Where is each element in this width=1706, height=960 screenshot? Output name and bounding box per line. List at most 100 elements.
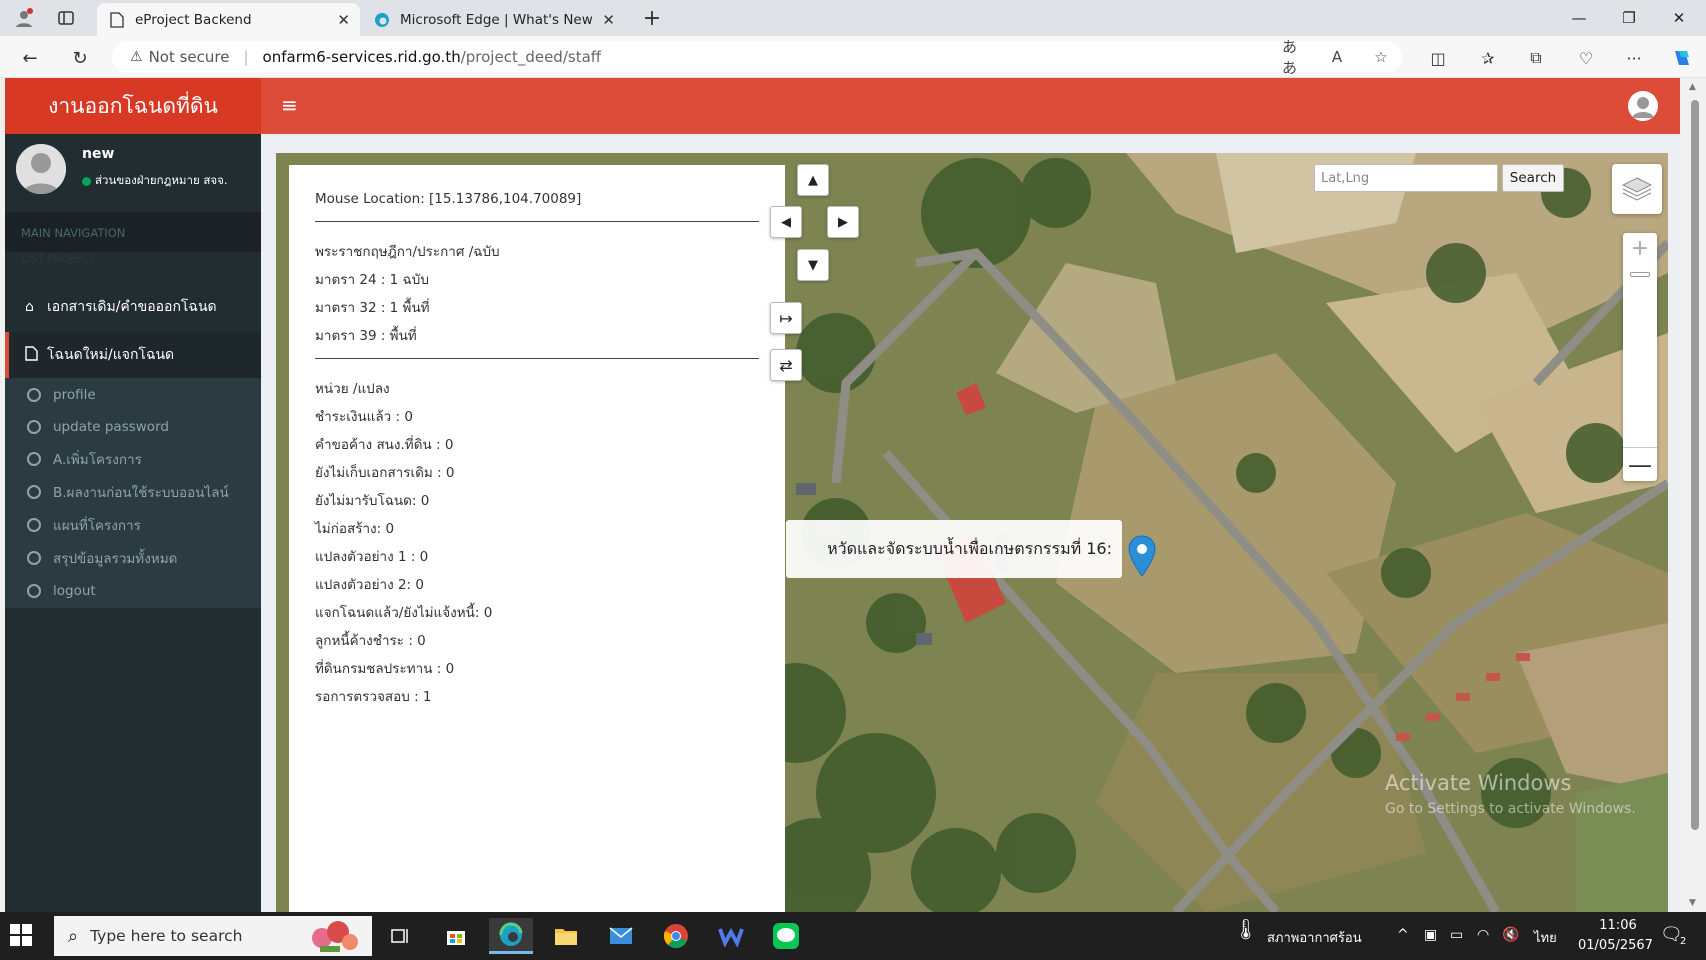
swap-icon[interactable]: ⇄	[770, 349, 802, 381]
sidebar: new ส่วนของฝ่ายกฎหมาย สจจ. MAIN NAVIGATI…	[5, 134, 261, 912]
project-label-popup[interactable]: หวัดและจัดระบบน้ำเพื่อเกษตรกรรมที่ 16:	[786, 520, 1122, 578]
browser-essentials-icon[interactable]: ♡	[1574, 46, 1598, 70]
refresh-icon[interactable]: ↻	[66, 44, 94, 72]
more-menu-icon[interactable]: ···	[1622, 46, 1646, 70]
stat-sample-1: แปลงตัวอย่าง 1 : 0	[315, 549, 429, 565]
map-marker-icon[interactable]	[1128, 535, 1156, 577]
mouse-location: Mouse Location: [15.13786,104.70089]	[315, 191, 582, 207]
user-avatar-icon[interactable]	[1628, 91, 1658, 121]
sub-item-offline-results[interactable]: B.ผลงานก่อนใช้ระบบออนไลน์	[5, 477, 261, 507]
user-name: new	[82, 146, 115, 162]
tab-edge-whats-new[interactable]: Microsoft Edge | What's New ✕	[362, 3, 625, 36]
circle-icon	[27, 551, 41, 565]
wifi-icon[interactable]: ◠	[1477, 927, 1489, 943]
scroll-down-icon[interactable]: ▼	[1689, 898, 1696, 908]
zoom-out-icon[interactable]: —	[1623, 447, 1657, 481]
page-scrollbar[interactable]: ▲ ▼	[1683, 78, 1706, 912]
clock-time[interactable]: 11:06	[1590, 918, 1646, 933]
sidebar-item-new-deeds[interactable]: โฉนดใหม่/แจกโฉนด	[5, 332, 261, 378]
minimize-icon[interactable]: —	[1556, 4, 1602, 32]
section-24-count: มาตรา 24 : 1 ฉบับ	[315, 272, 429, 288]
layers-icon[interactable]	[1612, 164, 1662, 214]
pan-right-icon[interactable]: ▶	[827, 206, 859, 238]
divider	[315, 358, 759, 359]
translate-icon[interactable]: ああ	[1282, 38, 1304, 77]
circle-icon	[27, 518, 41, 532]
new-tab-icon[interactable]: +	[640, 6, 664, 31]
home-icon: ⌂	[25, 299, 34, 315]
profile-icon[interactable]	[12, 6, 36, 30]
sub-item-profile[interactable]: profile	[5, 380, 261, 410]
notification-count: 2	[1680, 936, 1687, 947]
chevron-up-icon[interactable]: ^	[1397, 927, 1409, 943]
url-path: /project_deed/staff	[460, 48, 602, 66]
stat-distributed: แจกโฉนดแล้ว/ยังไม่แจ้งหนี้: 0	[315, 605, 493, 621]
read-aloud-icon[interactable]: A	[1326, 46, 1348, 68]
favorite-star-icon[interactable]: ☆	[1370, 46, 1392, 68]
sub-item-project-map[interactable]: แผนที่โครงการ	[5, 510, 261, 540]
pan-up-icon[interactable]: ▲	[797, 164, 829, 196]
tab-actions-icon[interactable]	[54, 6, 78, 30]
close-tab-icon[interactable]: ✕	[337, 11, 350, 29]
pan-down-icon[interactable]: ▼	[797, 249, 829, 281]
stat-not-received: ยังไม่มารับโฉนด: 0	[315, 493, 430, 509]
restore-icon[interactable]: ❐	[1606, 4, 1652, 32]
tray-app-icon[interactable]: ▣	[1424, 927, 1437, 943]
sub-item-add-project[interactable]: A.เพิ่มโครงการ	[5, 444, 261, 474]
store-icon[interactable]	[434, 918, 478, 954]
menu-ghost-label: LIST PROJECT	[21, 252, 96, 265]
line-icon[interactable]	[764, 918, 808, 954]
circle-icon	[27, 485, 41, 499]
input-language[interactable]: ไทย	[1534, 927, 1557, 948]
favorites-icon[interactable]: ✰	[1476, 46, 1500, 70]
app-brand[interactable]: งานออกโฉนดที่ดิน	[5, 78, 261, 134]
search-button[interactable]: Search	[1502, 164, 1564, 192]
close-window-icon[interactable]: ✕	[1656, 4, 1702, 32]
scrollbar-thumb[interactable]	[1691, 100, 1699, 830]
map-view[interactable]: Mouse Location: [15.13786,104.70089] พระ…	[276, 153, 1668, 912]
thermometer-icon[interactable]: 🌡	[1233, 917, 1258, 941]
circle-icon	[27, 452, 41, 466]
latlng-search-input[interactable]: Lat,Lng	[1314, 164, 1498, 192]
split-screen-icon[interactable]: ◫	[1426, 46, 1450, 70]
close-tab-icon[interactable]: ✕	[602, 11, 615, 29]
sidebar-item-label: เอกสารเดิม/คำขอออกโฉนด	[47, 299, 217, 315]
sidebar-item-original-documents[interactable]: ⌂ เอกสารเดิม/คำขอออกโฉนด	[5, 284, 261, 330]
file-explorer-icon[interactable]	[544, 918, 588, 954]
mail-icon[interactable]	[599, 918, 643, 954]
user-status: ส่วนของฝ่ายกฎหมาย สจจ.	[82, 172, 228, 190]
url-field[interactable]: ⚠ Not secure | onfarm6-services.rid.go.t…	[112, 38, 1402, 77]
pan-left-icon[interactable]: ◀	[770, 206, 802, 238]
weather-text[interactable]: สภาพอากาศร้อน	[1267, 927, 1362, 948]
stat-not-built: ไม่ก่อสร้าง: 0	[315, 521, 395, 537]
teams-icon[interactable]	[709, 918, 753, 954]
task-view-icon[interactable]	[378, 918, 422, 954]
windows-start-icon[interactable]	[10, 924, 32, 946]
search-icon: ⌕	[68, 925, 79, 947]
tab-title: eProject Backend	[135, 11, 252, 28]
back-icon[interactable]: ←	[16, 44, 44, 72]
zoom-control: + —	[1623, 233, 1657, 481]
clock-date[interactable]: 01/05/2567	[1578, 938, 1653, 953]
taskbar-search-input[interactable]: ⌕ Type here to search	[54, 916, 372, 956]
user-panel: new ส่วนของฝ่ายกฎหมาย สจจ.	[5, 134, 261, 206]
measure-distance-icon[interactable]: ↦	[770, 302, 802, 334]
battery-icon[interactable]: ▭	[1450, 927, 1463, 943]
chrome-icon[interactable]	[654, 918, 698, 954]
security-label[interactable]: Not secure	[149, 48, 230, 66]
edge-taskbar-icon[interactable]	[489, 918, 533, 954]
hamburger-menu-icon[interactable]: ≡	[281, 94, 303, 116]
stat-debtors: ลูกหนี้ค้างชำระ : 0	[315, 633, 426, 649]
tab-eproject[interactable]: eProject Backend ✕	[97, 3, 360, 36]
circle-icon	[27, 388, 41, 402]
zoom-slider-handle[interactable]	[1630, 272, 1650, 277]
stat-sample-2: แปลงตัวอย่าง 2: 0	[315, 577, 424, 593]
sub-item-update-password[interactable]: update password	[5, 412, 261, 442]
mute-speaker-icon[interactable]: 🔇	[1502, 927, 1519, 943]
sub-item-logout[interactable]: logout	[5, 576, 261, 606]
scroll-up-icon[interactable]: ▲	[1689, 82, 1696, 92]
collections-icon[interactable]: ⧉	[1524, 46, 1548, 70]
copilot-icon[interactable]	[1670, 46, 1694, 70]
zoom-in-icon[interactable]: +	[1623, 233, 1657, 263]
sub-item-summary[interactable]: สรุปข้อมูลรวมทั้งหมด	[5, 543, 261, 573]
